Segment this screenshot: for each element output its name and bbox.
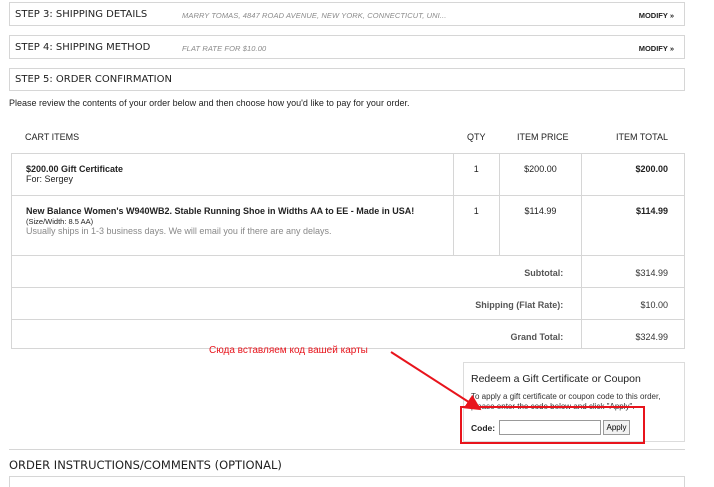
annotation-highlight-box <box>460 406 645 444</box>
order-instructions-textarea[interactable] <box>9 476 685 487</box>
order-instructions-title: ORDER INSTRUCTIONS/COMMENTS (OPTIONAL) <box>9 458 282 472</box>
divider <box>9 449 685 450</box>
